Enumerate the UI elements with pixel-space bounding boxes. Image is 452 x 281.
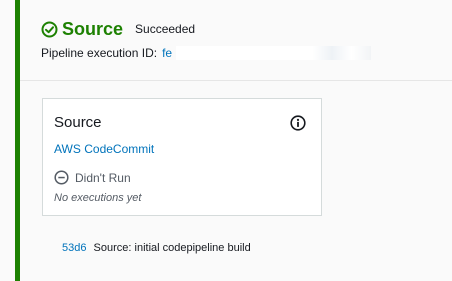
action-provider-link[interactable]: AWS CodeCommit: [54, 142, 154, 156]
stage-title-row: Source Succeeded: [41, 17, 195, 41]
execution-id-label: Pipeline execution ID:: [41, 46, 158, 60]
executions-note: No executions yet: [54, 192, 142, 204]
minus-circle-icon: [54, 170, 69, 185]
run-status-label: Didn't Run: [75, 170, 131, 185]
action-name: Source: [54, 114, 102, 131]
check-circle-icon: [41, 21, 58, 38]
redacted-region: [176, 46, 372, 60]
source-revision: 53d6 Source: initial codepipeline build: [62, 242, 251, 254]
stage-header: Source Succeeded Pipeline execution ID: …: [20, 0, 452, 81]
stage-name: Source: [62, 19, 124, 39]
pipeline-stage: Source Succeeded Pipeline execution ID: …: [0, 0, 452, 281]
action-card: Source AWS CodeCommit Didn't Run No exec…: [42, 98, 322, 216]
execution-id-link[interactable]: fe: [162, 46, 172, 60]
action-run-status: Didn't Run: [54, 170, 131, 185]
commit-message: Source: initial codepipeline build: [93, 242, 251, 254]
execution-id-row: Pipeline execution ID: fe: [41, 46, 372, 60]
page-gutter: [0, 0, 15, 281]
commit-id-link[interactable]: 53d6: [62, 242, 86, 254]
info-icon[interactable]: [290, 115, 306, 131]
stage-status: Succeeded: [135, 22, 196, 36]
